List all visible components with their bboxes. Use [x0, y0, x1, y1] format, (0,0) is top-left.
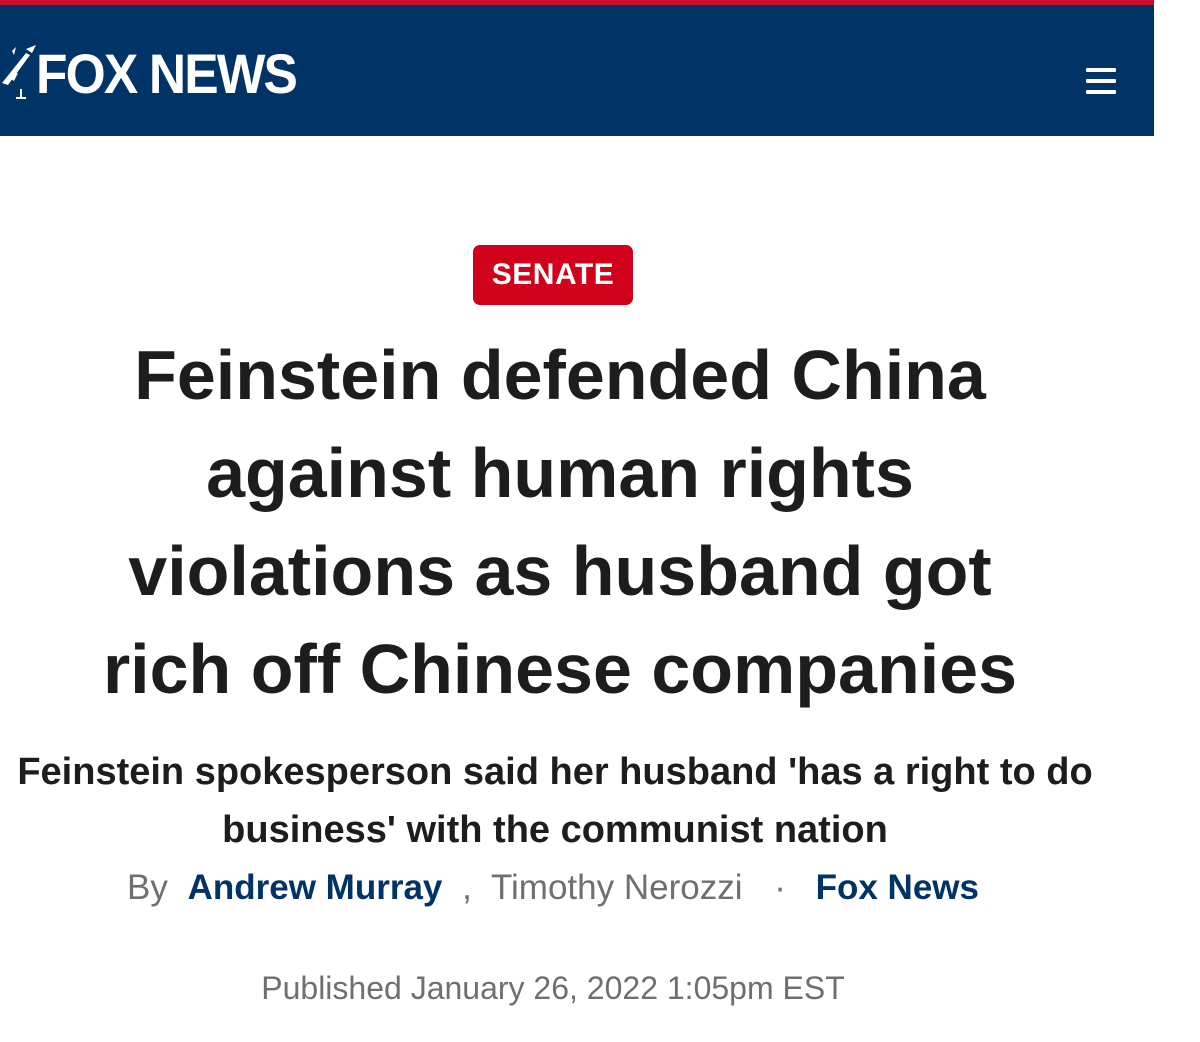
author-timothy-nerozzi: Timothy Nerozzi — [490, 868, 743, 907]
author-link-andrew-murray[interactable]: Andrew Murray — [188, 868, 443, 907]
section-kicker-badge[interactable]: SENATE — [473, 245, 633, 305]
byline-separator: , — [462, 868, 472, 907]
headline-line: violations as husband got — [128, 532, 992, 610]
menu-button[interactable] — [1082, 65, 1120, 97]
byline: By Andrew Murray , Timothy Nerozzi · Fox… — [0, 864, 1106, 912]
fox-news-logo[interactable]: FOX NEWS — [0, 43, 319, 105]
headline-line: Feinstein defended China — [134, 336, 986, 414]
article-subheadline: Feinstein spokesperson said her husband … — [0, 743, 1110, 859]
site-header: FOX NEWS — [0, 0, 1154, 136]
subhead-line: business' with the communist nation — [222, 809, 888, 851]
published-date: Published January 26, 2022 1:05pm EST — [261, 970, 845, 1006]
byline-prefix: By — [127, 868, 168, 907]
subhead-line: Feinstein spokesperson said her husband … — [17, 751, 1093, 793]
source-link-fox-news[interactable]: Fox News — [816, 868, 979, 907]
logo-wordmark: FOX NEWS — [36, 42, 298, 105]
article-header: SENATE Feinstein defended China against … — [0, 136, 1154, 1042]
hamburger-menu-icon — [1086, 68, 1116, 72]
headline-line: against human rights — [206, 434, 914, 512]
headline-line: rich off Chinese companies — [102, 630, 1018, 708]
article-headline: Feinstein defended China against human r… — [10, 326, 1110, 718]
fox-searchlight-icon — [0, 43, 40, 105]
byline-dot: · — [774, 868, 786, 907]
